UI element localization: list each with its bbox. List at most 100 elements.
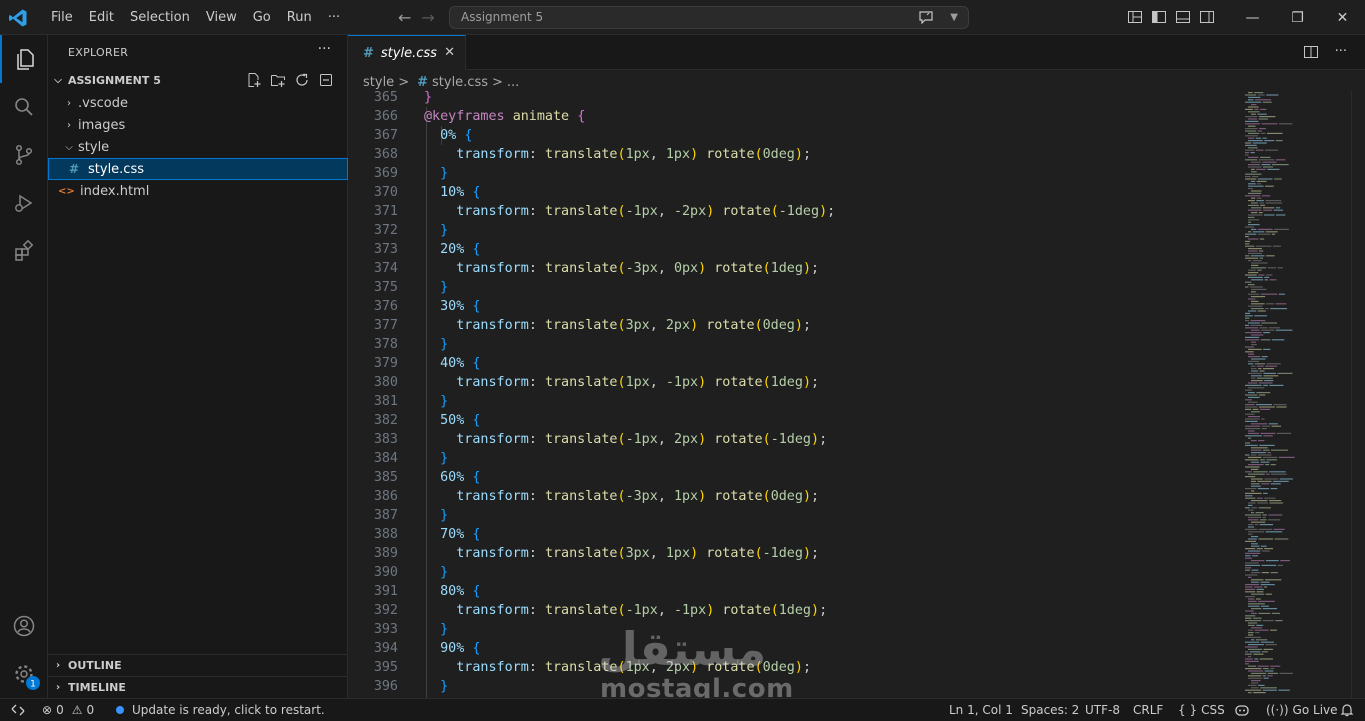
toggle-secondary-sidebar-icon[interactable]: [1199, 9, 1215, 25]
vertical-scrollbar[interactable]: [1351, 90, 1365, 698]
close-icon[interactable]: ✕: [444, 45, 455, 60]
code-line[interactable]: 385 60% {: [348, 468, 1238, 487]
code-line[interactable]: 394 90% {: [348, 639, 1238, 658]
customize-layout-icon[interactable]: [1127, 9, 1143, 25]
language-mode[interactable]: { } CSS: [1178, 699, 1225, 721]
menu-edit[interactable]: Edit: [81, 10, 122, 25]
toggle-panel-icon[interactable]: [1175, 9, 1191, 25]
back-arrow-icon[interactable]: ←: [398, 8, 411, 27]
code-line[interactable]: 396 }: [348, 677, 1238, 696]
code-line[interactable]: 371 transform: translate(-1px, -2px) rot…: [348, 202, 1238, 221]
code-line[interactable]: 395 transform: translate(1px, 2px) rotat…: [348, 658, 1238, 677]
refresh-icon[interactable]: [294, 72, 310, 88]
end-of-line[interactable]: CRLF: [1133, 699, 1163, 721]
activity-run-debug[interactable]: [0, 179, 48, 227]
code-line[interactable]: 392 transform: translate(-1px, -1px) rot…: [348, 601, 1238, 620]
code-line[interactable]: 386 transform: translate(-3px, 1px) rota…: [348, 487, 1238, 506]
code-line[interactable]: 375 }: [348, 278, 1238, 297]
line-number: 390: [373, 565, 398, 580]
menu-selection[interactable]: Selection: [122, 10, 198, 25]
forward-arrow-icon[interactable]: →: [421, 8, 434, 27]
split-editor-icon[interactable]: [1303, 44, 1319, 60]
code-line[interactable]: 381 }: [348, 392, 1238, 411]
outline-section-header[interactable]: › OUTLINE: [48, 654, 348, 676]
indentation[interactable]: Spaces: 2: [1021, 699, 1079, 721]
code-line[interactable]: 365}: [348, 88, 1238, 107]
title-bar: File Edit Selection View Go Run ··· ← → …: [0, 0, 1365, 35]
menu-file[interactable]: File: [43, 10, 81, 25]
copilot-status[interactable]: [1234, 699, 1250, 721]
code-line[interactable]: 366 @keyframes animate {: [348, 107, 1238, 126]
minimize-icon[interactable]: —: [1230, 10, 1275, 26]
code-line[interactable]: 389 transform: translate(3px, 1px) rotat…: [348, 544, 1238, 563]
collapse-all-icon[interactable]: [318, 72, 334, 88]
copilot-chat-icon[interactable]: [918, 10, 934, 24]
notifications[interactable]: [1340, 699, 1354, 721]
svg-text:1: 1: [30, 680, 36, 690]
code-line[interactable]: 369 }: [348, 164, 1238, 183]
activity-explorer[interactable]: [0, 35, 48, 83]
menu-run[interactable]: Run: [279, 10, 320, 25]
activity-search[interactable]: [0, 83, 48, 131]
code-line[interactable]: 368 transform: translate(1px, 1px) rotat…: [348, 145, 1238, 164]
activity-source-control[interactable]: [0, 131, 48, 179]
cursor-position[interactable]: Ln 1, Col 1: [949, 699, 1013, 721]
tree-file-index-html[interactable]: <> index.html: [48, 180, 348, 202]
code-line[interactable]: 387 }: [348, 506, 1238, 525]
tree-file-style-css[interactable]: # style.css: [48, 158, 348, 180]
menu-go[interactable]: Go: [245, 10, 279, 25]
editor-actions: ···: [1303, 44, 1347, 60]
explorer-more-icon[interactable]: ···: [318, 41, 331, 57]
menu-view[interactable]: View: [198, 10, 245, 25]
close-window-icon[interactable]: ✕: [1320, 10, 1365, 26]
code-line[interactable]: 390 }: [348, 563, 1238, 582]
menu-more[interactable]: ···: [320, 10, 348, 25]
code-line[interactable]: 393 }: [348, 620, 1238, 639]
code-line[interactable]: 377 transform: translate(3px, 2px) rotat…: [348, 316, 1238, 335]
code-line[interactable]: 372 }: [348, 221, 1238, 240]
restore-icon[interactable]: ❐: [1275, 10, 1320, 26]
line-content: }: [440, 280, 449, 295]
code-line[interactable]: 379 40% {: [348, 354, 1238, 373]
code-line[interactable]: 370 10% {: [348, 183, 1238, 202]
code-line[interactable]: 382 50% {: [348, 411, 1238, 430]
tree-folder-style[interactable]: ⌵ style: [48, 136, 348, 158]
timeline-section-header[interactable]: › TIMELINE: [48, 676, 348, 698]
tree-folder-vscode[interactable]: › .vscode: [48, 92, 348, 114]
activity-manage[interactable]: 1: [0, 650, 48, 698]
command-center-search[interactable]: Assignment 5 ▼: [449, 6, 969, 29]
tab-style-css[interactable]: # style.css ✕: [348, 35, 466, 70]
tree-folder-images[interactable]: › images: [48, 114, 348, 136]
code-line[interactable]: 383 transform: translate(-1px, 2px) rota…: [348, 430, 1238, 449]
activity-accounts[interactable]: [0, 602, 48, 650]
more-actions-icon[interactable]: ···: [1335, 44, 1347, 60]
toggle-primary-sidebar-icon[interactable]: [1151, 9, 1167, 25]
problems-indicator[interactable]: ⊗ 0 ⚠ 0: [42, 699, 94, 721]
code-line[interactable]: 384 }: [348, 449, 1238, 468]
update-notification[interactable]: Update is ready, click to restart.: [116, 699, 325, 721]
activity-extensions[interactable]: [0, 227, 48, 275]
line-number: 391: [373, 584, 398, 599]
new-folder-icon[interactable]: [270, 72, 286, 88]
encoding[interactable]: UTF-8: [1085, 699, 1120, 721]
code-line[interactable]: 374 transform: translate(-3px, 0px) rota…: [348, 259, 1238, 278]
go-live-button[interactable]: ((·)) Go Live: [1266, 699, 1338, 721]
line-content: }: [440, 166, 449, 181]
remote-indicator[interactable]: [0, 699, 36, 721]
workspace-section-header[interactable]: ⌵ ASSIGNMENT 5: [48, 69, 348, 91]
code-line[interactable]: 367 0% {: [348, 126, 1238, 145]
line-content: }: [440, 451, 449, 466]
code-line[interactable]: 391 80% {: [348, 582, 1238, 601]
code-line[interactable]: 388 70% {: [348, 525, 1238, 544]
code-line[interactable]: 376 30% {: [348, 297, 1238, 316]
tab-label: style.css: [380, 45, 437, 61]
chevron-down-icon[interactable]: ▼: [950, 7, 958, 28]
code-line[interactable]: 378 }: [348, 335, 1238, 354]
tree-item-label: style.css: [88, 161, 144, 177]
line-content: }: [424, 90, 433, 105]
code-line[interactable]: 373 20% {: [348, 240, 1238, 259]
code-editor[interactable]: 365} 366 @keyframes animate {367 0% {368 t…: [348, 88, 1238, 698]
new-file-icon[interactable]: [246, 72, 262, 88]
minimap[interactable]: [1243, 90, 1303, 698]
code-line[interactable]: 380 transform: translate(1px, -1px) rota…: [348, 373, 1238, 392]
